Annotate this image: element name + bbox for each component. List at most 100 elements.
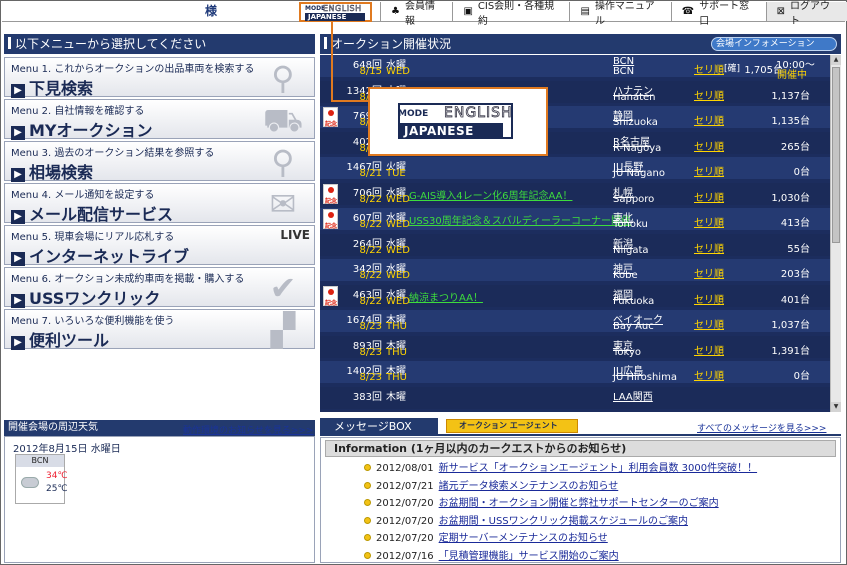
auction-date: 8/22 bbox=[359, 270, 382, 281]
auction-dow-en: WED bbox=[386, 295, 410, 307]
auction-date: 8/22 bbox=[359, 219, 382, 230]
vehicle-count: 413台 bbox=[780, 218, 810, 229]
news-link[interactable]: お盆期間・USSワンクリック掲載スケジュールのご案内 bbox=[439, 516, 688, 527]
menu-my-auction[interactable]: Menu 2. 自社情報を確認する ▶ MYオークション ⛟ bbox=[4, 99, 315, 141]
callout-line bbox=[331, 100, 369, 102]
menu-internet-live[interactable]: Menu 5. 現車会場にリアル応札する ▶ インターネットライブ LIVE bbox=[4, 225, 315, 267]
news-date: 2012/07/20 bbox=[376, 515, 434, 527]
temp-high: 34℃ bbox=[46, 471, 68, 481]
news-date: 2012/07/16 bbox=[376, 550, 434, 562]
menu-market-search[interactable]: Menu 3. 過去のオークション結果を参照する ▶ 相場検索 ⚲ bbox=[4, 141, 315, 182]
venue-romaji: JU Hiroshima bbox=[613, 372, 677, 383]
vehicle-count: 1,391台 bbox=[771, 345, 810, 357]
news-date: 2012/07/20 bbox=[376, 498, 434, 509]
menu-main: ▶ 下見検索 bbox=[11, 75, 93, 99]
auction-row: 264回 水曜 8/22 WED 新潟 Niigata セリ順 55台 bbox=[320, 233, 830, 256]
vehicle-count: 0台 bbox=[793, 167, 810, 178]
seri-order-link[interactable]: セリ順 bbox=[694, 214, 724, 229]
venue-romaji: Bay Auc bbox=[613, 321, 654, 332]
auction-agent-tab[interactable]: オークション エージェント bbox=[446, 419, 578, 433]
menu-uss-one-click[interactable]: Menu 6. オークション未成約車両を掲載・購入する ▶ USSワンクリック ✔ bbox=[4, 267, 315, 309]
vehicle-count: 265台 bbox=[780, 141, 810, 153]
event-link[interactable]: USS30周年記念＆スバルディーラーコーナー開催 bbox=[409, 212, 631, 227]
auction-dow-en: WED bbox=[386, 193, 410, 205]
vehicle-count: 1,137台 bbox=[771, 90, 810, 102]
auction-row: 893回 木曜 8/23 THU 東京 Tokyo セリ順 1,391台 bbox=[320, 335, 830, 358]
auction-date: 8/23 bbox=[359, 372, 382, 383]
vehicle-count: 1,135台 bbox=[771, 116, 810, 127]
menu-sub: Menu 7. いろいろな便利機能を使う bbox=[11, 316, 175, 327]
venue-romaji: Tohoku bbox=[613, 219, 648, 230]
auction-date: 8/22 bbox=[359, 244, 382, 256]
news-link[interactable]: 「見積管理機能」サービス開始のご案内 bbox=[439, 551, 619, 562]
commemoration-flag-icon: 記念 bbox=[323, 107, 338, 128]
car-icon: ⛟ bbox=[262, 101, 304, 139]
news-link[interactable]: 諸元データ検索メンテナンスのお知らせ bbox=[439, 481, 619, 492]
seri-order-link[interactable]: セリ順 bbox=[694, 61, 724, 76]
seri-order-link[interactable]: セリ順 bbox=[694, 291, 724, 306]
all-messages-link[interactable]: すべてのメッセージを見る>>> bbox=[697, 421, 826, 434]
scroll-thumb[interactable] bbox=[832, 67, 840, 243]
menu-sub: Menu 1. これからオークションの出品車両を検索する bbox=[11, 64, 255, 75]
menu-main: ▶ 便利ツール bbox=[11, 327, 109, 351]
seri-order-link[interactable]: セリ順 bbox=[694, 138, 724, 153]
language-mode-switch[interactable]: MODE ENGLISH JAPANESE bbox=[299, 2, 372, 22]
seri-order-link[interactable]: セリ順 bbox=[694, 316, 724, 331]
nav-manual[interactable]: ▤ 操作マニュアル bbox=[569, 1, 670, 27]
temp-low: 25℃ bbox=[46, 484, 68, 494]
news-link[interactable]: 新サービス「オークションエージェント」利用会員数 3000件突破！！ bbox=[439, 463, 757, 474]
menu-sub: Menu 6. オークション未成約車両を掲載・購入する bbox=[11, 274, 245, 285]
venue-romaji: Sapporo bbox=[613, 193, 655, 205]
bullet-icon bbox=[364, 499, 371, 506]
menu-mail-service[interactable]: Menu 4. メール通知を設定する ▶ メール配信サービス ✉ bbox=[4, 183, 315, 224]
nav-member-info[interactable]: ♣ 会員情報 bbox=[380, 1, 452, 27]
news-link[interactable]: 定期サーバーメンテナンスのお知らせ bbox=[439, 533, 608, 544]
auction-row: 648回 水曜 8/15 WED BCN BCN セリ順 [確] 10:00～ 1,705台 開催中 bbox=[320, 55, 830, 81]
vehicle-count: 1,037台 bbox=[771, 320, 810, 331]
auction-dow-en: THU bbox=[386, 321, 407, 332]
venue-link[interactable]: LAA関西 bbox=[613, 388, 653, 403]
auction-dow-en: WED bbox=[386, 270, 410, 281]
event-link[interactable]: G-AIS導入4レーン化6周年記念AA！ bbox=[409, 187, 572, 202]
document-icon: ▣ bbox=[463, 6, 473, 17]
seri-order-link[interactable]: セリ順 bbox=[694, 163, 724, 178]
venue-romaji: Niigata bbox=[613, 244, 649, 256]
event-link[interactable]: 納涼まつりAA！ bbox=[409, 289, 483, 304]
menu-main: ▶ MYオークション bbox=[11, 117, 153, 141]
information-title: Information (1ヶ月以内のカークエストからのお知らせ) bbox=[325, 440, 836, 457]
mode-japanese[interactable]: JAPANESE bbox=[305, 13, 365, 21]
seri-order-link[interactable]: セリ順 bbox=[694, 367, 724, 382]
auction-dow-en: TUE bbox=[386, 168, 406, 179]
venue-romaji: R-Nagoya bbox=[613, 142, 662, 154]
environment-notice-link[interactable]: 動作環境のお知らせを見る>>> bbox=[183, 423, 313, 436]
menu-title-text: 以下メニューから選択してください bbox=[15, 37, 207, 51]
menu-tools[interactable]: Menu 7. いろいろな便利機能を使う ▶ 便利ツール ▞ bbox=[4, 309, 315, 351]
venue-romaji: BCN bbox=[613, 66, 635, 77]
top-nav: ♣ 会員情報 ▣ CIS会則・各種規約 ▤ 操作マニュアル ☎ サポート窓口 ⊠ ログアウ… bbox=[380, 1, 847, 27]
menu-preview-search[interactable]: Menu 1. これからオークションの出品車両を検索する ▶ 下見検索 ⚲ bbox=[4, 57, 315, 99]
venue-info-button[interactable]: 会場インフォメーション bbox=[711, 37, 837, 51]
news-link[interactable]: お盆期間・オークション開催と弊社サポートセンターのご案内 bbox=[439, 498, 719, 509]
scroll-up-icon[interactable]: ▲ bbox=[831, 55, 841, 65]
bullet-icon bbox=[364, 516, 371, 524]
magnifier-icon: ⚲ bbox=[271, 143, 295, 181]
seri-order-link[interactable]: セリ順 bbox=[694, 87, 724, 102]
news-item: 2012/07/20 定期サーバーメンテナンスのお知らせ bbox=[364, 529, 608, 544]
vehicle-count: 401台 bbox=[780, 294, 810, 306]
vehicle-count: 1,030台 bbox=[771, 192, 810, 204]
seri-order-link[interactable]: セリ順 bbox=[694, 265, 724, 280]
menu-sub: Menu 5. 現車会場にリアル応札する bbox=[11, 232, 175, 243]
scroll-down-icon[interactable]: ▼ bbox=[831, 402, 841, 412]
menu-main: ▶ インターネットライブ bbox=[11, 243, 189, 267]
auction-scrollbar[interactable]: ▲ ▼ bbox=[830, 55, 841, 412]
seri-order-link[interactable]: セリ順 bbox=[694, 342, 724, 357]
mode-english[interactable]: ENGLISH bbox=[323, 4, 362, 14]
seri-order-link[interactable]: セリ順 bbox=[694, 112, 724, 127]
seri-order-link[interactable]: セリ順 bbox=[694, 240, 724, 255]
nav-logout[interactable]: ⊠ ログアウト bbox=[765, 1, 847, 27]
message-box-tab[interactable]: メッセージBOX bbox=[320, 418, 438, 436]
nav-cis-rules[interactable]: ▣ CIS会則・各種規約 bbox=[452, 1, 569, 27]
seri-order-link[interactable]: セリ順 bbox=[694, 189, 724, 204]
menu-main: ▶ USSワンクリック bbox=[11, 285, 160, 309]
nav-support[interactable]: ☎ サポート窓口 bbox=[670, 1, 766, 27]
